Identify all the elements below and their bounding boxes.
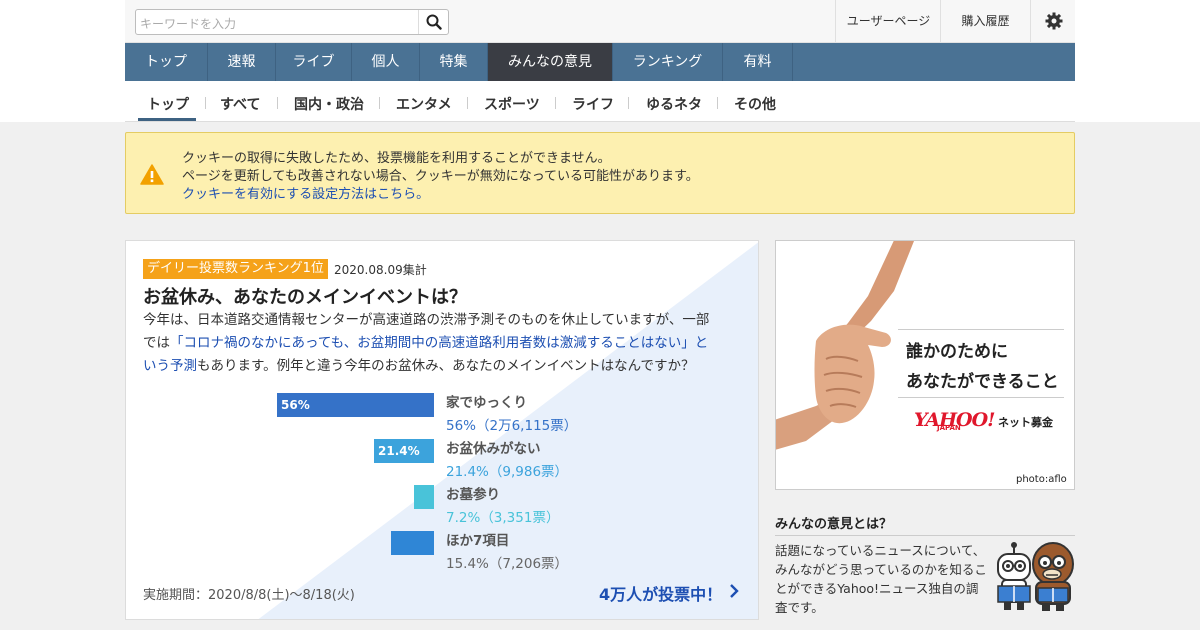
vote-count-link[interactable]: 4万人が投票中！ (599, 581, 722, 605)
header: キーワードを入力 ユーザーページ 購入履歴 (125, 0, 1075, 43)
nav-item-personal[interactable]: 個人 (352, 43, 420, 81)
tab-all[interactable]: すべて (220, 94, 260, 114)
search-button[interactable] (418, 10, 448, 34)
result-bar (391, 531, 434, 555)
tab-divider (628, 97, 629, 109)
bar-percent-label: 56% (281, 398, 310, 412)
user-page-link[interactable]: ユーザーページ (835, 0, 941, 42)
ad-banner[interactable]: 誰かのために あなたができること YAHOO! JAPAN ネット募金 phot… (775, 240, 1075, 490)
tab-yurunetta[interactable]: ゆるネタ (646, 94, 702, 114)
alert-message-1: クッキーの取得に失敗したため、投票機能を利用することができません。 (182, 151, 611, 166)
desc-text: では (143, 335, 170, 351)
yahoo-japan-sub: JAPAN (937, 424, 961, 432)
bar-percent-label: 21.4% (378, 444, 420, 458)
gear-icon (1045, 12, 1063, 30)
cookie-help-link[interactable]: クッキーを有効にする設定方法はこちら。 (182, 183, 429, 202)
result-bar: 56% (277, 393, 434, 417)
about-title: みんなの意見とは？ (775, 517, 893, 532)
option-stat: 7.2%（3,351票） (446, 510, 560, 526)
search-placeholder: キーワードを入力 (140, 17, 237, 31)
result-bar: 21.4% (374, 439, 434, 463)
tab-divider (555, 97, 556, 109)
net-bokin-label: ネット募金 (998, 416, 1053, 429)
tab-divider (379, 97, 380, 109)
ad-headline-2: あなたができること (906, 372, 1059, 392)
tab-top[interactable]: トップ (147, 94, 189, 114)
poll-question: お盆休み、あなたのメインイベントは？ (143, 287, 467, 308)
tab-life[interactable]: ライフ (572, 94, 614, 114)
desc-line: 今年は、日本道路交通情報センターが高速道路の渋滞予測そのものを休止していますが、… (143, 312, 710, 328)
tab-divider (277, 97, 278, 109)
tab-divider (717, 97, 718, 109)
option-stat: 56%（2万6,115票） (446, 418, 578, 434)
divider (775, 535, 1075, 536)
option-name: ほか7項目 (446, 533, 510, 549)
ranking-date: 2020.08.09集計 (334, 263, 427, 277)
ad-rule-bottom (898, 397, 1064, 398)
alert-message-2: ページを更新しても改善されない場合、クッキーが無効になっている可能性があります。 (182, 169, 699, 184)
purchase-history-link[interactable]: 購入履歴 (940, 0, 1030, 42)
warning-icon (140, 164, 164, 185)
handshake-image (776, 241, 1074, 489)
cookie-warning: クッキーの取得に失敗したため、投票機能を利用することができません。 ページを更新… (125, 132, 1075, 214)
mascot-illustration (997, 542, 1074, 611)
poll-card[interactable]: デイリー投票数ランキング1位 2020.08.09集計 お盆休み、あなたのメイン… (125, 240, 759, 620)
article-link-cont[interactable]: いう予測 (143, 358, 197, 374)
active-tab-indicator (138, 118, 196, 121)
nav-item-ranking[interactable]: ランキング (613, 43, 723, 81)
option-name: お墓参り (446, 487, 500, 503)
nav-item-top[interactable]: トップ (125, 43, 208, 81)
ad-headline-1: 誰かのために (906, 342, 1008, 362)
option-stat: 21.4%（9,986票） (446, 464, 569, 480)
poll-period: 実施期間：2020/8/8(土)〜8/18(火) (143, 588, 355, 603)
category-tabs: トップ すべて 国内・政治 エンタメ スポーツ ライフ ゆるネタ その他 (125, 81, 1075, 122)
tab-entertainment[interactable]: エンタメ (396, 94, 452, 114)
nav-item-live[interactable]: ライブ (276, 43, 352, 81)
result-bar (414, 485, 434, 509)
desc-text: もあります。例年と違う今年のお盆休み、あなたのメインイベントはなんですか？ (197, 358, 695, 374)
option-name: お盆休みがない (446, 441, 541, 457)
tab-divider (205, 97, 206, 109)
tab-sports[interactable]: スポーツ (484, 94, 540, 114)
search-icon (426, 14, 442, 30)
option-name: 家でゆっくり (446, 395, 527, 411)
chevron-right-icon (730, 584, 739, 598)
main-nav: トップ 速報 ライブ 個人 特集 みんなの意見 ランキング 有料 (125, 43, 1075, 81)
about-description: 話題になっているニュースについて、みんながどう思っているのかを知ることができるY… (775, 543, 987, 615)
article-link[interactable]: 「コロナ禍のなかにあっても、お盆期間中の高速道路利用者数は激減することはない」と (170, 335, 708, 351)
ad-rule-top (898, 329, 1064, 330)
poll-description: 今年は、日本道路交通情報センターが高速道路の渋滞予測そのものを休止していますが、… (143, 309, 743, 378)
tab-domestic-politics[interactable]: 国内・政治 (294, 94, 364, 114)
nav-item-opinion[interactable]: みんなの意見 (488, 43, 613, 81)
tab-divider (467, 97, 468, 109)
tab-other[interactable]: その他 (734, 94, 776, 114)
ranking-badge: デイリー投票数ランキング1位 (143, 259, 328, 279)
nav-item-paid[interactable]: 有料 (723, 43, 793, 81)
settings-button[interactable] (1030, 0, 1075, 42)
option-stat: 15.4%（7,206票） (446, 556, 569, 572)
photo-credit: photo:aflo (1016, 474, 1067, 485)
nav-item-feature[interactable]: 特集 (420, 43, 488, 81)
nav-item-breaking[interactable]: 速報 (208, 43, 276, 81)
search-input[interactable]: キーワードを入力 (135, 9, 449, 35)
